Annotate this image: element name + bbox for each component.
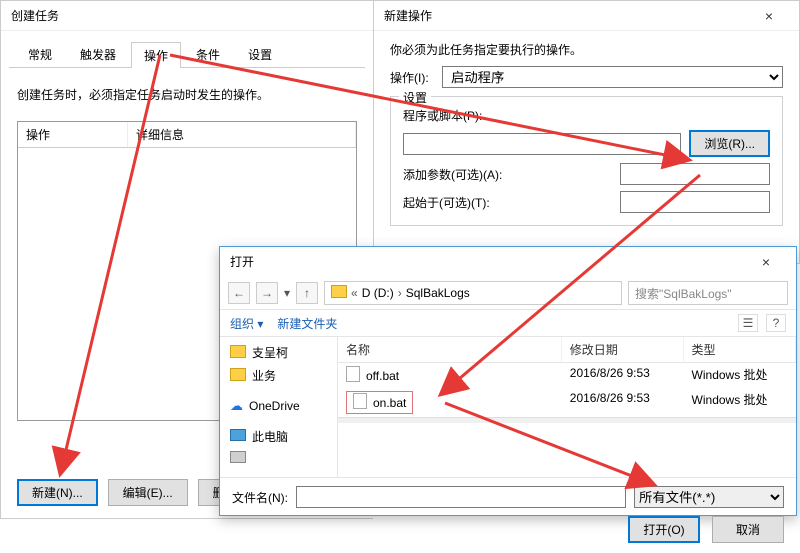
sidebar-item[interactable]: 支呈柯 — [220, 341, 337, 364]
titlebar: 新建操作 × — [374, 1, 799, 31]
new-folder-button[interactable]: 新建文件夹 — [277, 315, 337, 332]
tab-triggers[interactable]: 触发器 — [67, 41, 129, 67]
program-input[interactable] — [403, 133, 681, 155]
tab-general[interactable]: 常规 — [15, 41, 65, 67]
nav-bar: ← → ▾ ↑ « D (D:) › SqlBakLogs 搜索"SqlBakL… — [220, 277, 796, 310]
help-icon[interactable]: ? — [766, 314, 786, 332]
folder-icon — [230, 345, 246, 361]
folder-icon — [331, 285, 347, 301]
file-row-selected[interactable]: on.bat 2016/8/26 9:53 Windows 批处 — [338, 388, 796, 417]
tab-strip: 常规 触发器 操作 条件 设置 — [9, 37, 365, 68]
button-row: 新建(N)... 编辑(E)... 删 — [17, 479, 240, 506]
browse-button[interactable]: 浏览(R)... — [689, 130, 770, 157]
filter-select[interactable]: 所有文件(*.*) — [634, 486, 784, 508]
titlebar: 打开 × — [220, 247, 796, 277]
hint-text: 创建任务时，必须指定任务启动时发生的操作。 — [17, 86, 357, 103]
args-label: 添加参数(可选)(A): — [403, 166, 612, 183]
titlebar: 创建任务 — [1, 1, 373, 31]
sidebar: 支呈柯 业务 ☁OneDrive 此电脑 — [220, 337, 338, 477]
tab-actions[interactable]: 操作 — [131, 42, 181, 68]
back-button[interactable]: ← — [228, 282, 250, 304]
dropdown-icon[interactable]: ▾ — [284, 286, 290, 300]
view-icon[interactable]: ☰ — [738, 314, 758, 332]
filename-input[interactable] — [296, 486, 626, 508]
col-date[interactable]: 修改日期 — [562, 337, 684, 362]
settings-group: 设置 程序或脚本(P): 浏览(R)... 添加参数(可选)(A): 起始于(可… — [390, 96, 783, 226]
search-input[interactable]: 搜索"SqlBakLogs" — [628, 281, 788, 305]
sidebar-item-thispc[interactable]: 此电脑 — [220, 425, 337, 448]
pc-icon — [230, 429, 246, 444]
close-icon[interactable]: × — [749, 1, 789, 31]
sidebar-item[interactable]: 业务 — [220, 364, 337, 387]
filename-label: 文件名(N): — [232, 489, 288, 506]
window-title: 创建任务 — [11, 1, 59, 31]
open-button[interactable]: 打开(O) — [628, 516, 700, 543]
col-type[interactable]: 类型 — [684, 337, 796, 362]
col-action: 操作 — [18, 122, 128, 147]
col-details: 详细信息 — [128, 122, 356, 147]
sidebar-item-onedrive[interactable]: ☁OneDrive — [220, 395, 337, 417]
sidebar-item-drive[interactable] — [220, 448, 337, 469]
close-icon[interactable]: × — [746, 247, 786, 277]
file-row[interactable]: off.bat 2016/8/26 9:53 Windows 批处 — [338, 363, 796, 388]
new-action-window: 新建操作 × 你必须为此任务指定要执行的操作。 操作(I): 启动程序 设置 程… — [373, 0, 800, 264]
filename-row: 文件名(N): 所有文件(*.*) — [220, 477, 796, 516]
organize-menu[interactable]: 组织 ▾ — [230, 315, 263, 332]
list-header: 操作 详细信息 — [18, 122, 356, 148]
cancel-button[interactable]: 取消 — [712, 516, 784, 543]
col-name[interactable]: 名称 — [338, 337, 562, 362]
startin-label: 起始于(可选)(T): — [403, 194, 612, 211]
dialog-actions: 打开(O) 取消 — [220, 516, 796, 553]
group-legend: 设置 — [399, 89, 431, 106]
hint-text: 你必须为此任务指定要执行的操作。 — [390, 41, 783, 58]
scrollbar[interactable] — [338, 417, 796, 423]
edit-button[interactable]: 编辑(E)... — [108, 479, 188, 506]
breadcrumb[interactable]: « D (D:) › SqlBakLogs — [324, 281, 622, 305]
open-file-dialog: 打开 × ← → ▾ ↑ « D (D:) › SqlBakLogs 搜索"Sq… — [219, 246, 797, 516]
program-label: 程序或脚本(P): — [403, 107, 770, 124]
file-header: 名称 修改日期 类型 — [338, 337, 796, 363]
action-select[interactable]: 启动程序 — [442, 66, 783, 88]
window-title: 打开 — [230, 247, 254, 277]
folder-icon — [230, 368, 246, 384]
crumb-drive[interactable]: D (D:) — [362, 286, 394, 300]
drive-icon — [230, 451, 246, 466]
file-icon — [346, 366, 360, 385]
tab-settings[interactable]: 设置 — [235, 41, 285, 67]
startin-input[interactable] — [620, 191, 770, 213]
file-list: 名称 修改日期 类型 off.bat 2016/8/26 9:53 Window… — [338, 337, 796, 477]
cloud-icon: ☁ — [230, 398, 243, 414]
action-label: 操作(I): — [390, 69, 442, 86]
toolbar: 组织 ▾ 新建文件夹 ☰ ? — [220, 310, 796, 337]
up-button[interactable]: ↑ — [296, 282, 318, 304]
tab-conditions[interactable]: 条件 — [183, 41, 233, 67]
window-title: 新建操作 — [384, 1, 432, 31]
args-input[interactable] — [620, 163, 770, 185]
forward-button[interactable]: → — [256, 282, 278, 304]
new-button[interactable]: 新建(N)... — [17, 479, 98, 506]
crumb-folder[interactable]: SqlBakLogs — [406, 286, 470, 300]
file-icon — [353, 393, 367, 412]
